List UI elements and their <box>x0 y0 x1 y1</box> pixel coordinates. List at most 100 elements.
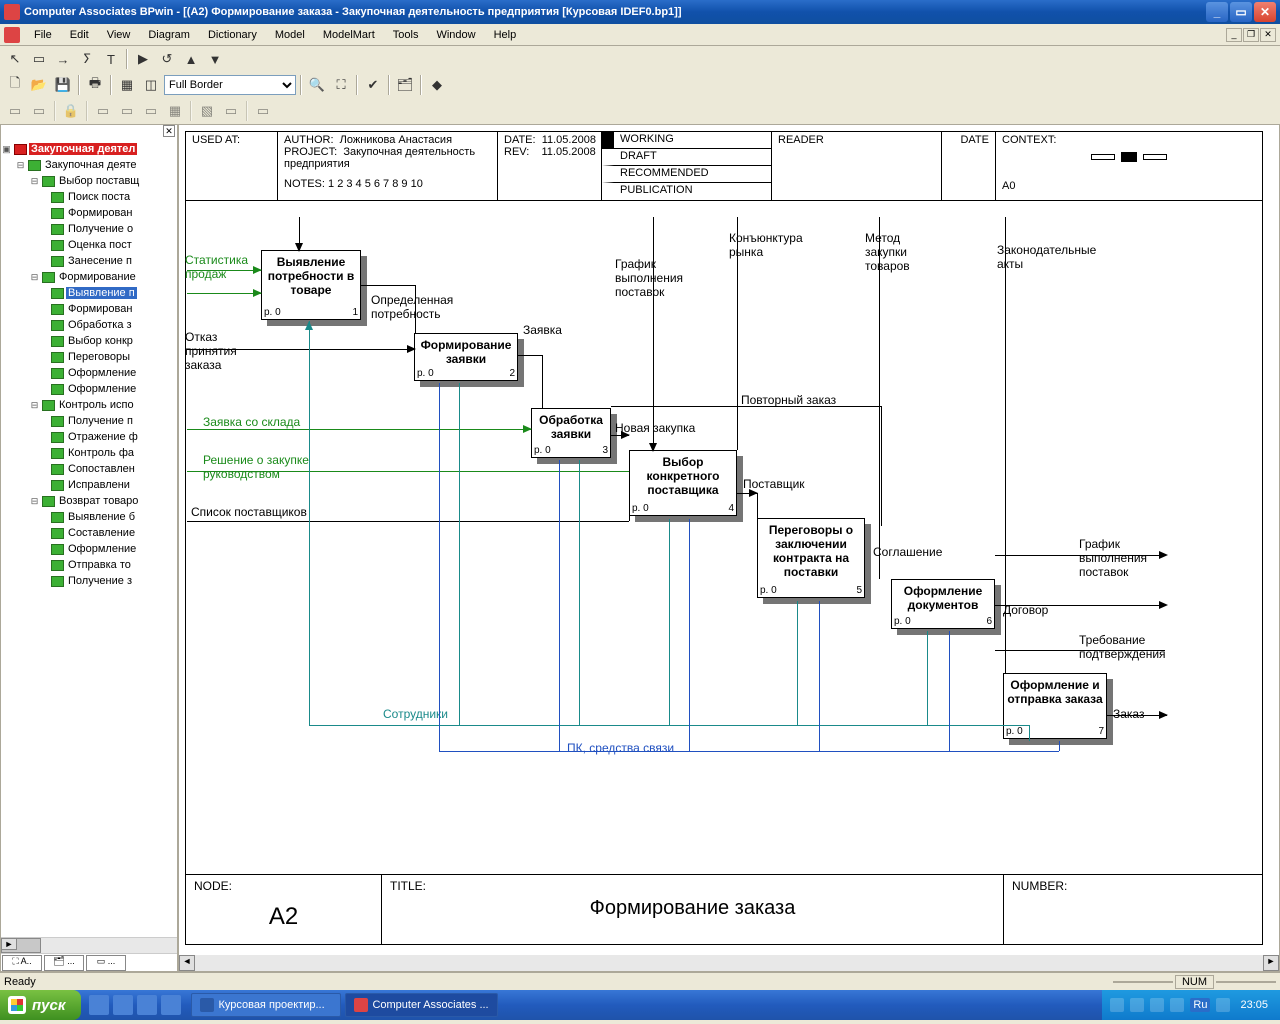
tree-item[interactable]: Получение з <box>1 573 177 589</box>
palette-button[interactable]: ▦ <box>116 74 138 96</box>
tray-icon[interactable] <box>1110 998 1124 1012</box>
explorer-tab-acti[interactable]: ⛶ A.. <box>2 955 42 971</box>
undo-tool[interactable]: ↺ <box>156 48 178 70</box>
print-button[interactable]: 🖶 <box>84 74 106 96</box>
ql-item[interactable] <box>113 995 133 1015</box>
menu-edit[interactable]: Edit <box>62 27 97 43</box>
tree-item[interactable]: Выявление б <box>1 509 177 525</box>
taskbar-item-word[interactable]: Курсовая проектир... <box>191 993 341 1017</box>
up-tool[interactable]: ▲ <box>180 48 202 70</box>
mdi-close[interactable]: ✕ <box>1260 28 1276 42</box>
tree-h-scrollbar[interactable]: ◄► <box>1 937 177 953</box>
color-button[interactable]: ◫ <box>140 74 162 96</box>
explorer-tab-diag[interactable]: 🗂 ... <box>44 955 84 971</box>
tree-item[interactable]: Занесение п <box>1 253 177 269</box>
ql-item[interactable] <box>161 995 181 1015</box>
activity-1[interactable]: Выявление потребности в товаре p. 01 <box>261 250 361 320</box>
diagram-canvas[interactable]: USED AT: AUTHOR: Ложникова Анастасия PRO… <box>178 124 1280 972</box>
mm-btn-5[interactable]: ▭ <box>140 100 162 122</box>
text-tool[interactable]: T <box>100 48 122 70</box>
close-button[interactable]: ✕ <box>1254 2 1276 22</box>
tree-item[interactable]: Составление <box>1 525 177 541</box>
tree-item[interactable]: Сопоставлен <box>1 461 177 477</box>
tree-item[interactable]: Отражение ф <box>1 429 177 445</box>
tree-root[interactable]: ▣Закупочная деятел <box>1 141 177 157</box>
menu-model[interactable]: Model <box>267 27 313 43</box>
down-tool[interactable]: ▼ <box>204 48 226 70</box>
menu-diagram[interactable]: Diagram <box>140 27 198 43</box>
tree-item[interactable]: Оформление <box>1 541 177 557</box>
tray-icon[interactable] <box>1150 998 1164 1012</box>
mm-btn-7[interactable]: ▭ <box>220 100 242 122</box>
activity-3[interactable]: Обработка заявки p. 03 <box>531 408 611 458</box>
mm-btn-1[interactable]: ▭ <box>4 100 26 122</box>
canvas-h-scrollbar[interactable]: ◄► <box>179 955 1279 971</box>
menu-modelmart[interactable]: ModelMart <box>315 27 383 43</box>
taskbar-item-bpwin[interactable]: Computer Associates ... <box>345 993 497 1017</box>
activity-2[interactable]: Формирование заявки p. 02 <box>414 333 518 381</box>
modelmart-button[interactable]: ◆ <box>426 74 448 96</box>
menu-tools[interactable]: Tools <box>385 27 427 43</box>
explorer-tab-obj[interactable]: ▭ ... <box>86 955 126 971</box>
menu-help[interactable]: Help <box>486 27 525 43</box>
minimize-button[interactable]: _ <box>1206 2 1228 22</box>
ql-item[interactable] <box>89 995 109 1015</box>
tree-item[interactable]: ⊟Контроль испо <box>1 397 177 413</box>
save-button[interactable]: 💾 <box>52 74 74 96</box>
mdi-restore[interactable]: ❐ <box>1243 28 1259 42</box>
pointer-tool[interactable]: ↖ <box>4 48 26 70</box>
menu-view[interactable]: View <box>99 27 139 43</box>
explorer-close-button[interactable]: ✕ <box>163 125 175 137</box>
mm-grid-button[interactable]: ▦ <box>164 100 186 122</box>
arrow-tool[interactable]: → <box>52 48 74 70</box>
tree-item[interactable]: Обработка з <box>1 317 177 333</box>
mm-btn-2[interactable]: ▭ <box>28 100 50 122</box>
mdi-minimize[interactable]: _ <box>1226 28 1242 42</box>
tree-item[interactable]: Оценка пост <box>1 237 177 253</box>
tree-item[interactable]: Выбор конкр <box>1 333 177 349</box>
open-button[interactable]: 📂 <box>28 74 50 96</box>
tree-item[interactable]: ⊟Формирование <box>1 269 177 285</box>
maximize-button[interactable]: ▭ <box>1230 2 1252 22</box>
tree-item[interactable]: Исправлени <box>1 477 177 493</box>
tree-item[interactable]: ⊟Выбор поставщ <box>1 173 177 189</box>
activity-5[interactable]: Переговоры о заключении контракта на пос… <box>757 518 865 598</box>
start-button[interactable]: пуск <box>0 990 81 1020</box>
tree-item[interactable]: Отправка то <box>1 557 177 573</box>
menu-file[interactable]: File <box>26 27 60 43</box>
zoom-fit-button[interactable]: ⛶ <box>330 74 352 96</box>
menu-window[interactable]: Window <box>428 27 483 43</box>
tree-item[interactable]: Формирован <box>1 301 177 317</box>
tree-item[interactable]: Получение п <box>1 413 177 429</box>
clock[interactable]: 23:05 <box>1236 999 1272 1011</box>
mm-btn-6[interactable]: ▧ <box>196 100 218 122</box>
tree-item[interactable]: Оформление <box>1 381 177 397</box>
tree-item[interactable]: Формирован <box>1 205 177 221</box>
tree-item[interactable]: ⊟Возврат товаро <box>1 493 177 509</box>
zoom-in-button[interactable]: 🔍 <box>306 74 328 96</box>
spell-check-button[interactable]: ✔ <box>362 74 384 96</box>
play-tool[interactable]: ▶ <box>132 48 154 70</box>
activity-7[interactable]: Оформление и отправка заказа p. 07 <box>1003 673 1107 739</box>
mm-lock-button[interactable]: 🔒 <box>60 100 82 122</box>
model-explorer-button[interactable]: 🗂 <box>394 74 416 96</box>
tree-item[interactable]: Оформление <box>1 365 177 381</box>
tree-item[interactable]: Получение о <box>1 221 177 237</box>
tray-icon[interactable] <box>1170 998 1184 1012</box>
border-select[interactable]: Full Border <box>164 75 296 95</box>
tree-body[interactable]: ▣Закупочная деятел ⊟Закупочная деяте ⊟Вы… <box>1 139 177 937</box>
ql-item[interactable] <box>137 995 157 1015</box>
tray-icon[interactable] <box>1216 998 1230 1012</box>
mm-btn-3[interactable]: ▭ <box>92 100 114 122</box>
mm-btn-4[interactable]: ▭ <box>116 100 138 122</box>
tree-item[interactable]: Контроль фа <box>1 445 177 461</box>
squiggle-tool[interactable]: ⵢ <box>76 48 98 70</box>
tray-icon[interactable] <box>1130 998 1144 1012</box>
language-indicator[interactable]: Ru <box>1190 998 1210 1012</box>
activity-6[interactable]: Оформление документов p. 06 <box>891 579 995 629</box>
activity-box-tool[interactable]: ▭ <box>28 48 50 70</box>
tree-item[interactable]: ⊟Закупочная деяте <box>1 157 177 173</box>
mm-btn-8[interactable]: ▭ <box>252 100 274 122</box>
activity-4[interactable]: Выбор конкретного поставщика p. 04 <box>629 450 737 516</box>
new-button[interactable]: 🗋 <box>4 74 26 96</box>
